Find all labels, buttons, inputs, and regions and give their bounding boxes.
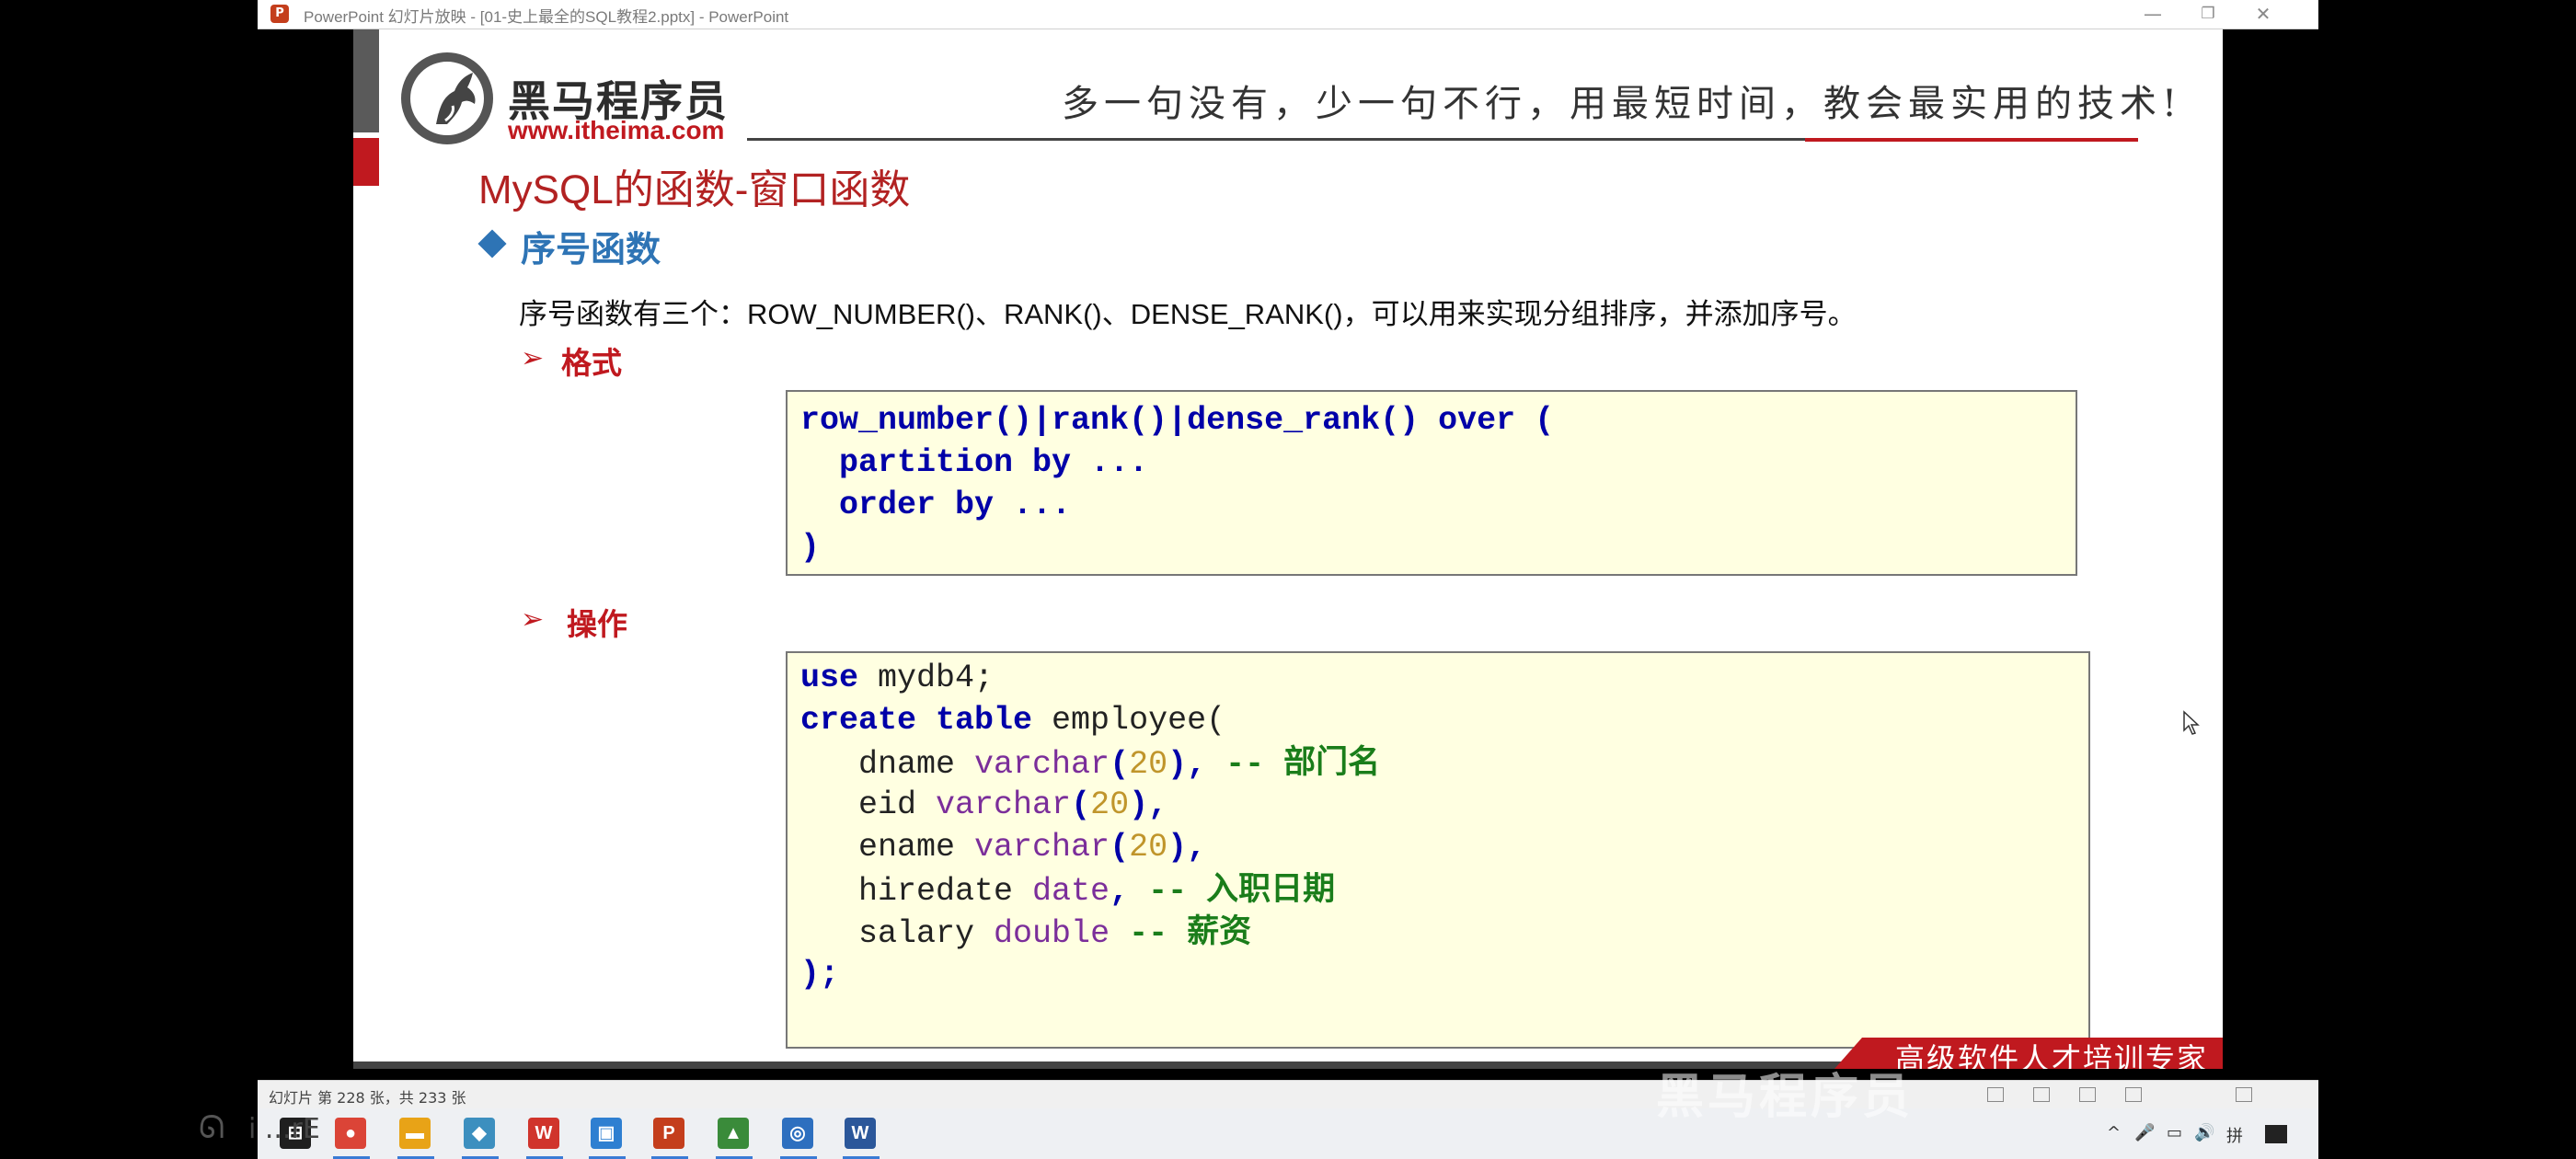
code-type: varchar	[974, 829, 1110, 866]
header-slogan: 多一句没有，少一句不行，用最短时间，教会最实用的技术!	[1062, 83, 2183, 125]
code-text: employee(	[1032, 702, 1226, 739]
code-column: dname	[800, 746, 975, 783]
operation-heading: 操作	[567, 606, 627, 642]
diamond-bullet-icon	[477, 229, 507, 258]
code-number: 20	[1090, 786, 1130, 823]
intro-text: 序号函数有三个：ROW_NUMBER()、RANK()、DENSE_RANK()…	[519, 298, 1857, 330]
code-line: create table employee(	[800, 699, 2088, 741]
app4-icon[interactable]: ◎	[782, 1118, 813, 1149]
code-comment-dash: --	[1148, 873, 1207, 910]
code-line: use mydb4;	[800, 657, 2088, 699]
logo-icon	[401, 52, 493, 144]
code-column: eid	[800, 786, 937, 823]
code-keyword: create table	[800, 702, 1033, 739]
code-line: );	[800, 956, 840, 993]
notification-icon[interactable]	[2265, 1125, 2287, 1143]
syntax-code-box: row_number()|rank()|dense_rank() over ( …	[786, 390, 2077, 576]
code-line: row_number()|rank()|dense_rank() over (	[800, 402, 1555, 439]
taskbar: ⊞ ● ▬ ◆ W ▣ P ▲ ◎ W ^ 🎤 ▭ 🔊 拼	[258, 1108, 2318, 1159]
app2-icon[interactable]: ▣	[591, 1118, 622, 1149]
code-column: salary	[800, 915, 995, 952]
word-icon[interactable]: W	[845, 1118, 876, 1149]
code-keyword: use	[800, 660, 859, 696]
code-comment-dash: --	[1225, 746, 1284, 783]
code-number: 20	[1129, 746, 1168, 783]
overlay-text: i ...rE	[248, 1113, 320, 1145]
powerpoint-window: P PowerPoint 幻灯片放映 - [01-史上最全的SQL教程2.ppt…	[258, 0, 2318, 1159]
app-icon[interactable]: ◆	[464, 1118, 495, 1149]
code-column: ename	[800, 829, 975, 866]
code-column: hiredate	[800, 873, 1033, 910]
volume-icon[interactable]: 🔊	[2194, 1123, 2214, 1142]
header-divider-accent	[1805, 138, 2138, 142]
code-comment: 部门名	[1283, 744, 1381, 781]
wps-icon[interactable]: W	[528, 1118, 559, 1149]
powerpoint-app-icon: P	[270, 5, 289, 23]
code-number: 20	[1129, 829, 1168, 866]
fit-slide-icon[interactable]	[2236, 1087, 2252, 1102]
header-divider	[747, 138, 1805, 141]
code-line: dname varchar(20), -- 部门名	[800, 744, 1381, 783]
code-type: varchar	[936, 786, 1072, 823]
format-heading: 格式	[561, 345, 622, 381]
code-line: )	[800, 529, 821, 566]
ime-icon[interactable]: 拼	[2226, 1123, 2243, 1147]
window-title: PowerPoint 幻灯片放映 - [01-史上最全的SQL教程2.pptx]…	[304, 8, 789, 26]
slideshow-view-icon[interactable]	[2125, 1087, 2142, 1102]
slide-title: MySQL的函数-窗口函数	[478, 167, 911, 212]
title-bar: P PowerPoint 幻灯片放映 - [01-史上最全的SQL教程2.ppt…	[258, 0, 2318, 29]
reading-view-icon[interactable]	[2079, 1087, 2096, 1102]
app3-icon[interactable]: ▲	[718, 1118, 749, 1149]
code-comment: 入职日期	[1206, 871, 1336, 908]
battery-icon[interactable]: ▭	[2167, 1123, 2182, 1142]
microphone-icon[interactable]: 🎤	[2134, 1123, 2155, 1142]
logo-url: www.itheima.com	[508, 116, 725, 144]
video-watermark: 黑马程序员	[1656, 1070, 1915, 1125]
slide-sorter-view-icon[interactable]	[2033, 1087, 2050, 1102]
section-heading: 序号函数	[521, 229, 661, 270]
arrow-bullet-icon: ➢	[521, 603, 545, 636]
code-comment: 薪资	[1187, 913, 1252, 950]
code-type: date	[1032, 873, 1110, 910]
code-line: partition by ...	[800, 444, 1149, 481]
accent-bar-gray	[353, 29, 379, 132]
mouse-cursor-icon	[2183, 710, 2200, 735]
headset-icon: ᘏ	[199, 1109, 225, 1146]
footer-tagline: 高级软件人才培训专家	[1895, 1041, 2209, 1069]
file-explorer-icon[interactable]: ▬	[399, 1118, 431, 1149]
code-comment-dash: --	[1110, 915, 1188, 952]
code-line: hiredate date, -- 入职日期	[800, 871, 1336, 910]
tray-overflow-icon[interactable]: ^	[2107, 1123, 2121, 1142]
code-line: ename varchar(20),	[800, 829, 1207, 866]
code-line: eid varchar(20),	[800, 786, 1168, 823]
powerpoint-icon[interactable]: P	[653, 1118, 684, 1149]
code-type: double	[994, 915, 1110, 952]
horse-icon	[436, 73, 476, 124]
arrow-bullet-icon: ➢	[521, 342, 545, 374]
example-code-box: use mydb4; create table employee( dname …	[786, 651, 2090, 1049]
close-button[interactable]: ✕	[2236, 0, 2291, 29]
normal-view-icon[interactable]	[1987, 1087, 2004, 1102]
code-text: mydb4;	[858, 660, 995, 696]
slide-counter: 幻灯片 第 228 张，共 233 张	[269, 1089, 466, 1107]
slide[interactable]: 黑马程序员 www.itheima.com 多一句没有，少一句不行，用最短时间，…	[353, 29, 2223, 1069]
code-type: varchar	[974, 746, 1110, 783]
accent-bar-red	[353, 138, 379, 186]
status-bar: 幻灯片 第 228 张，共 233 张	[258, 1080, 2318, 1108]
chrome-icon[interactable]: ●	[335, 1118, 366, 1149]
minimize-button[interactable]: —	[2125, 0, 2180, 29]
code-line: order by ...	[800, 487, 1072, 523]
restore-button[interactable]: ❐	[2180, 0, 2236, 29]
code-line: salary double -- 薪资	[800, 911, 2088, 953]
